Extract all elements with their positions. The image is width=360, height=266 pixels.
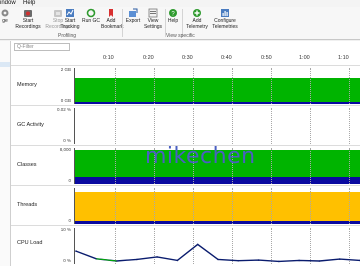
time-tick: 0:40	[221, 55, 232, 61]
threads-base-area	[75, 221, 360, 224]
threads-plot[interactable]	[74, 188, 360, 224]
help-icon: ?	[169, 9, 177, 17]
cpu-load-point	[237, 259, 240, 262]
memory-base-area	[75, 102, 360, 104]
telemetry-name: CPU Load	[17, 240, 43, 246]
toolbar: ge Start Recordings Stop Recordings Star…	[0, 7, 360, 40]
y-min-label: 0 %	[63, 258, 71, 263]
cpu-load-point	[156, 256, 158, 258]
threads-runnable-area	[75, 192, 360, 221]
time-tick: 1:00	[299, 55, 310, 61]
cpu-load-point	[196, 243, 199, 246]
y-min-label: 0 GB	[60, 98, 71, 103]
telemetry-name: Threads	[17, 202, 38, 208]
group-label-profiling: Profiling	[58, 33, 77, 39]
cpu-load-point	[278, 260, 280, 263]
cpu-load-point	[176, 259, 179, 262]
start-tracking-button[interactable]: Start Tracking	[58, 8, 82, 32]
cpu-load-plot[interactable]	[74, 228, 360, 264]
settings-button[interactable]: ge	[0, 8, 10, 32]
telemetry-row-memory[interactable]: Memory 2 GB 0 GB	[11, 65, 360, 105]
time-tick: 0:50	[261, 55, 272, 61]
cpu-load-point	[217, 258, 219, 261]
record-icon	[24, 10, 32, 17]
menu-bar: indow Help	[0, 0, 360, 7]
cpu-load-point	[338, 258, 341, 260]
time-tick: 0:30	[182, 55, 193, 61]
cpu-load-point	[75, 250, 77, 252]
telemetry-row-threads[interactable]: Threads 0	[11, 185, 360, 225]
y-min-label: 0	[68, 218, 71, 223]
export-button[interactable]: Export	[124, 8, 142, 32]
telemetry-view: Q-Filter 0:10 0:20 0:30 0:40 0:50 1:00 1…	[11, 41, 360, 266]
start-recordings-button[interactable]: Start Recordings	[14, 8, 42, 32]
time-tick: 1:10	[338, 55, 349, 61]
telemetry-row-gc-activity[interactable]: GC Activity 0.02 % 0 %	[11, 105, 360, 145]
left-navigation	[0, 41, 11, 266]
time-tick: 0:10	[103, 55, 114, 61]
cpu-load-point	[318, 260, 321, 262]
y-max-label: 0.02 %	[56, 107, 71, 112]
menu-help[interactable]: Help	[23, 0, 35, 7]
recycle-icon	[86, 8, 96, 18]
add-telemetry-icon	[193, 9, 201, 17]
telemetry-row-cpu-load[interactable]: CPU Load 10 % 0 %	[11, 225, 360, 266]
view-settings-button[interactable]: View Settings	[142, 8, 164, 32]
telemetry-name: Classes	[17, 162, 37, 168]
toolbar-separator	[122, 9, 123, 37]
y-min-label: 0 %	[63, 138, 71, 143]
cpu-load-chart	[75, 243, 360, 263]
y-max-label: 2 GB	[60, 67, 71, 72]
cpu-load-point	[298, 259, 300, 262]
telemetry-name: Memory	[17, 82, 37, 88]
selected-nav-item[interactable]	[0, 62, 10, 67]
cpu-load-point	[257, 259, 260, 261]
view-settings-icon	[148, 8, 158, 18]
menu-window[interactable]: indow	[0, 0, 16, 7]
y-min-label: 0	[68, 178, 71, 183]
configure-telemetries-icon	[221, 9, 229, 17]
help-button[interactable]: ? Help	[166, 8, 180, 32]
gear-icon	[1, 9, 9, 17]
y-max-label: 8,000	[59, 147, 71, 152]
cpu-load-accent-line	[96, 258, 117, 262]
bookmark-icon	[109, 9, 113, 17]
watermark-text: mikechen	[145, 144, 256, 169]
gc-activity-plot[interactable]	[74, 108, 360, 144]
tracking-icon	[66, 9, 74, 17]
run-gc-button[interactable]: Run GC	[81, 8, 101, 32]
configure-telemetries-button[interactable]: Configure Telemetries	[207, 8, 243, 32]
memory-plot[interactable]	[74, 68, 360, 104]
telemetry-name: GC Activity	[17, 122, 44, 128]
time-tick: 0:20	[143, 55, 154, 61]
cpu-load-point	[136, 258, 138, 261]
y-max-label: 10 %	[60, 227, 71, 232]
group-label-view-specific: View specific	[166, 33, 195, 39]
add-bookmark-button[interactable]: Add Bookmark	[101, 8, 124, 32]
classes-base-area	[75, 177, 360, 184]
memory-used-area	[75, 78, 360, 102]
filter-input[interactable]: Q-Filter	[14, 43, 70, 51]
export-icon	[129, 8, 138, 17]
